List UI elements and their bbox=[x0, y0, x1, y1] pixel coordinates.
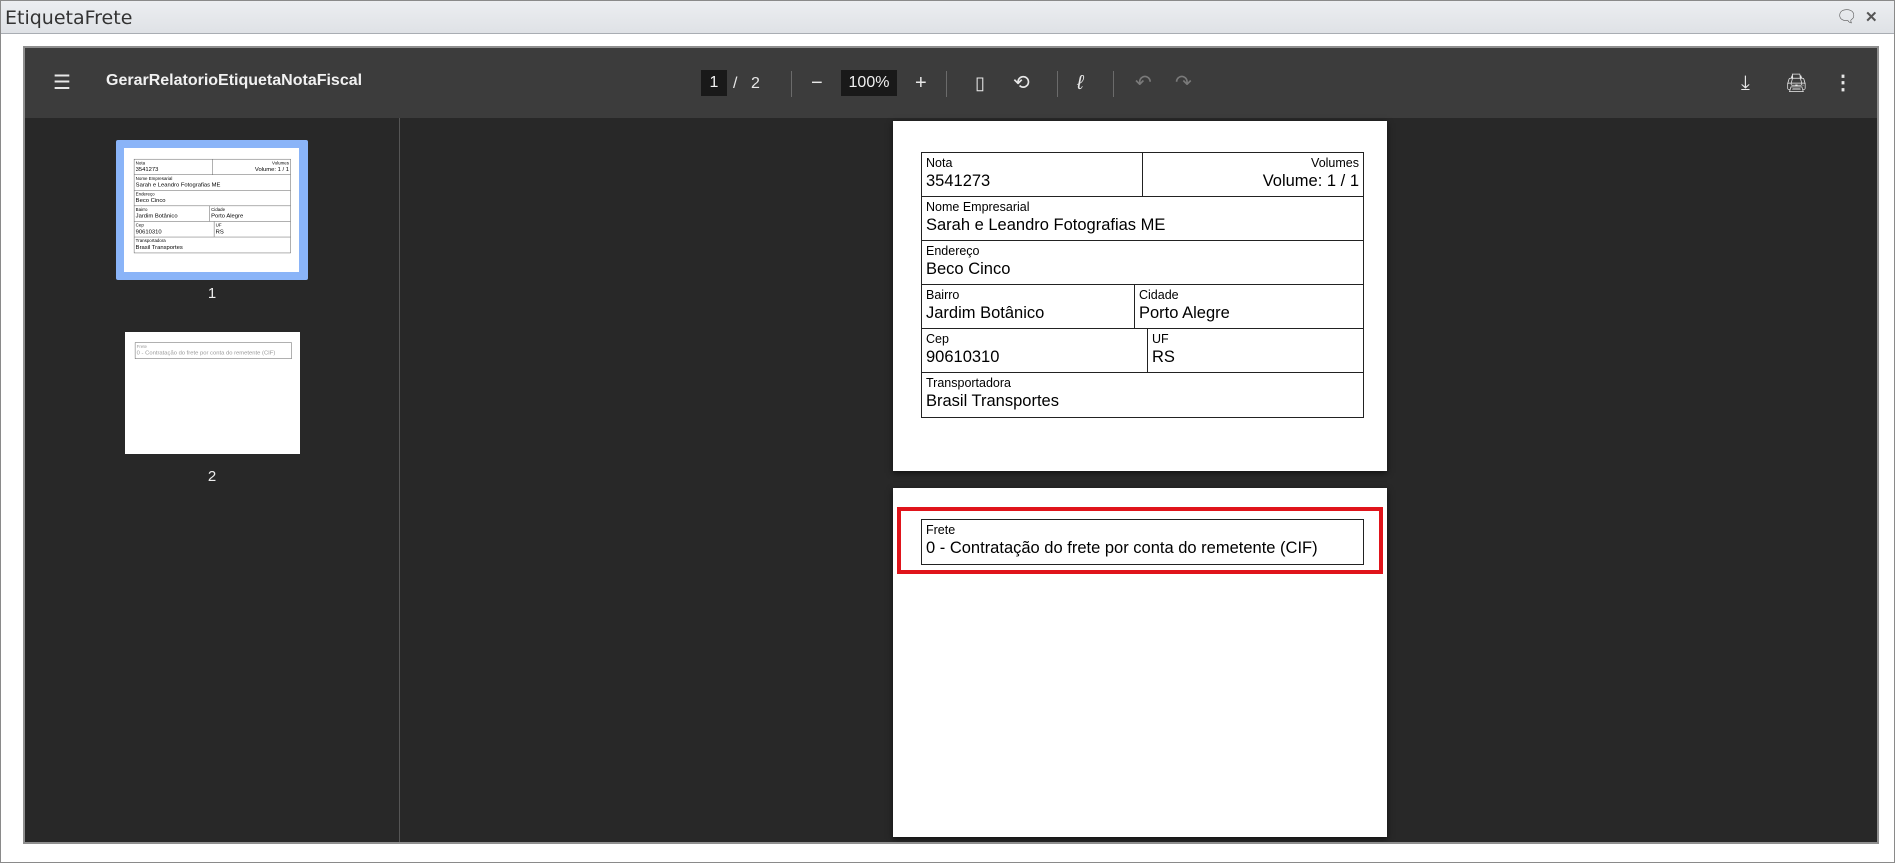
row-bairro-cidade: Bairro Jardim Botânico Cidade Porto Alegre bbox=[922, 285, 1363, 329]
undo-icon[interactable]: ↶ bbox=[1135, 71, 1152, 95]
row-endereco: Endereço Beco Cinco bbox=[922, 241, 1363, 285]
rotate-icon[interactable]: ⟲ bbox=[1013, 71, 1030, 95]
bairro-value: Jardim Botânico bbox=[926, 304, 1045, 322]
more-options-icon[interactable]: ⋮ bbox=[1833, 71, 1853, 95]
total-pages: 2 bbox=[751, 75, 760, 92]
pdf-toolbar: ☰ GerarRelatorioEtiquetaNotaFiscal 1 / 2… bbox=[25, 48, 1877, 118]
window-title: EtiquetaFrete bbox=[5, 7, 133, 29]
download-icon[interactable]: ⤓ bbox=[1741, 71, 1750, 95]
document-area: Nota 3541273 Volumes Volume: 1 / 1 Nome Emp… bbox=[401, 118, 1877, 842]
thumbnail-label-1: 1 bbox=[207, 285, 217, 302]
shipping-label-table: Nota 3541273 Volumes Volume: 1 / 1 Nome Emp… bbox=[921, 152, 1364, 418]
window-titlebar: EtiquetaFrete 🗨︎ ✕ bbox=[1, 1, 1894, 34]
comment-icon[interactable]: 🗨︎ bbox=[1836, 7, 1858, 27]
page-separator: / bbox=[733, 75, 738, 92]
thumbnail-page-1[interactable]: Nota 3541273 Volumes Volume: 1 / 1 Nome Emp… bbox=[124, 148, 299, 272]
thumbnail-sidebar: Nota 3541273 Volumes Volume: 1 / 1 Nome Emp… bbox=[25, 118, 400, 842]
transportadora-value: Brasil Transportes bbox=[926, 392, 1059, 410]
bairro-label: Bairro bbox=[926, 288, 960, 302]
page-number-input[interactable]: 1 bbox=[701, 70, 727, 96]
document-title: GerarRelatorioEtiquetaNotaFiscal bbox=[106, 72, 363, 89]
uf-label: UF bbox=[1152, 332, 1169, 346]
print-icon[interactable]: 🖨︎ bbox=[1785, 71, 1808, 95]
thumbnail-page-2[interactable]: Frete 0 - Contratação do frete por conta … bbox=[125, 332, 300, 454]
pdf-page-2: Frete 0 - Contratação do frete por conta … bbox=[893, 488, 1387, 837]
row-nome: Nome Empresarial Sarah e Leandro Fotograf… bbox=[922, 197, 1363, 241]
row-nota-volumes: Nota 3541273 Volumes Volume: 1 / 1 bbox=[922, 153, 1363, 197]
volumes-value: Volume: 1 / 1 bbox=[1262, 172, 1359, 190]
nome-label: Nome Empresarial bbox=[926, 200, 1030, 214]
cidade-value: Porto Alegre bbox=[1139, 304, 1230, 322]
uf-value: RS bbox=[1152, 348, 1175, 366]
thumbnail-label-2: 2 bbox=[207, 468, 217, 485]
row-cep-uf: Cep 90610310 UF RS bbox=[922, 329, 1363, 373]
cidade-label: Cidade bbox=[1139, 288, 1179, 302]
nota-value: 3541273 bbox=[926, 172, 991, 190]
nota-label: Nota bbox=[926, 156, 953, 170]
transportadora-label: Transportadora bbox=[926, 376, 1011, 390]
close-icon[interactable]: ✕ bbox=[1865, 8, 1878, 26]
fit-page-icon[interactable]: ▯ bbox=[975, 71, 985, 95]
pdf-viewer: ☰ GerarRelatorioEtiquetaNotaFiscal 1 / 2… bbox=[23, 46, 1879, 844]
zoom-out-button[interactable]: − bbox=[811, 71, 823, 95]
window: EtiquetaFrete 🗨︎ ✕ ☰ GerarRelatorioEtiqu… bbox=[0, 0, 1895, 863]
zoom-input[interactable]: 100% bbox=[841, 70, 897, 96]
redo-icon[interactable]: ↷ bbox=[1175, 71, 1192, 95]
endereco-label: Endereço bbox=[926, 244, 980, 258]
zoom-in-button[interactable]: + bbox=[915, 71, 927, 95]
row-transportadora: Transportadora Brasil Transportes bbox=[922, 373, 1363, 417]
endereco-value: Beco Cinco bbox=[926, 260, 1011, 278]
menu-icon[interactable]: ☰ bbox=[53, 71, 71, 95]
highlight-box bbox=[897, 507, 1383, 574]
pdf-page-1: Nota 3541273 Volumes Volume: 1 / 1 Nome Emp… bbox=[893, 121, 1387, 471]
annotate-icon[interactable]: ℓ bbox=[1077, 71, 1083, 95]
cep-value: 90610310 bbox=[926, 348, 1000, 366]
cep-label: Cep bbox=[926, 332, 949, 346]
nome-value: Sarah e Leandro Fotografias ME bbox=[926, 216, 1166, 234]
volumes-label: Volumes bbox=[1311, 156, 1359, 170]
